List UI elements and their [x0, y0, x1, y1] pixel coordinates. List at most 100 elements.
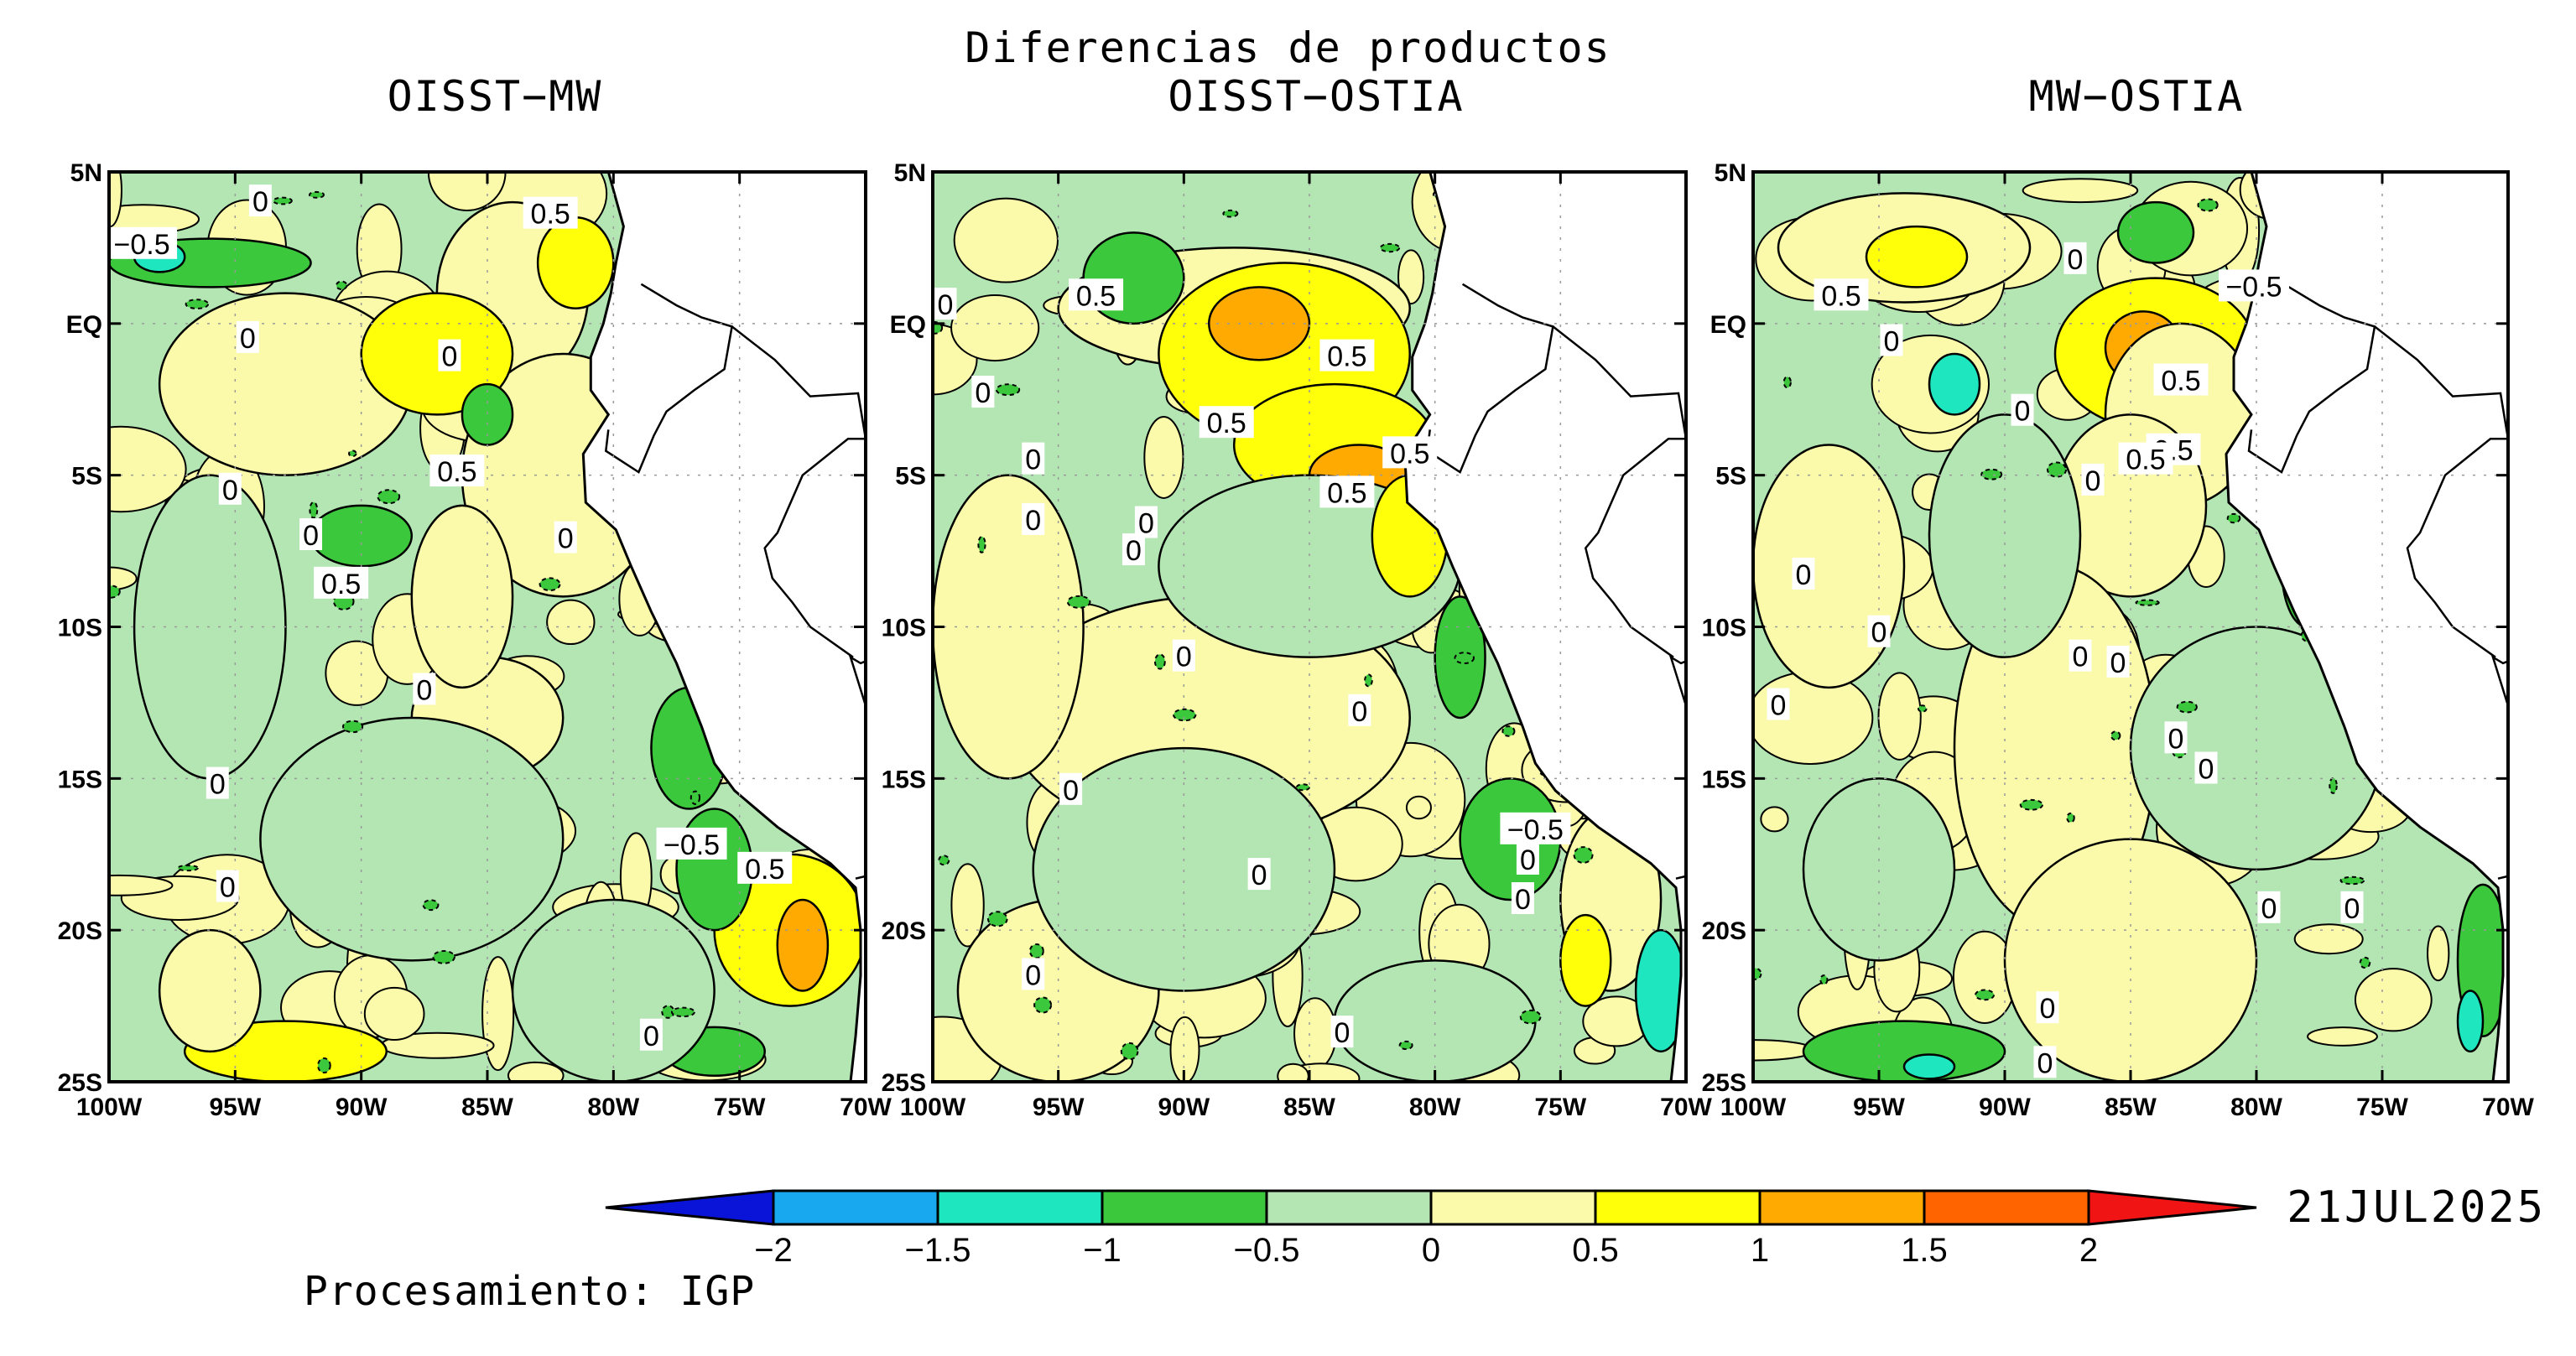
- contour-patch: [310, 504, 414, 568]
- contour-patch: [1802, 1020, 2006, 1082]
- x-tick-label: 100W: [900, 1094, 966, 1121]
- contour-label: −0.5: [664, 829, 720, 861]
- contour-patch: [977, 535, 986, 553]
- x-tick-label: 80W: [587, 1094, 639, 1121]
- contour-label: 0.5: [1076, 280, 1116, 312]
- x-tick-label: 85W: [461, 1094, 513, 1121]
- contour-patch: [1501, 725, 1516, 737]
- contour-patch: [950, 294, 1040, 362]
- contour-patch: [2307, 1026, 2378, 1047]
- y-tick-label: 20S: [882, 917, 926, 945]
- contour-label: 0.5: [321, 569, 361, 600]
- y-tick-label: 5S: [71, 463, 102, 491]
- colorbar-arrow-high: [2087, 1189, 2257, 1226]
- map-figure: −0.50 0.5000.5000.5000−0.500.505NEQ5S10S1…: [58, 159, 2535, 1269]
- contour-label: 0: [1351, 696, 1367, 728]
- contour-label: 0: [1520, 844, 1536, 876]
- contour-label: 0: [938, 289, 954, 321]
- contour-label: 0: [1025, 444, 1041, 476]
- x-tick-label: 95W: [1033, 1094, 1085, 1121]
- map-panel-1: −0.50 0.5000.5000.5000−0.500.505NEQ5S10S1…: [58, 159, 892, 1121]
- x-tick-label: 80W: [2230, 1094, 2282, 1121]
- contour-patch: [2354, 968, 2433, 1032]
- contour-patch: [1033, 996, 1053, 1014]
- contour-patch: [1222, 209, 1239, 218]
- x-tick-label: 85W: [1283, 1094, 1335, 1121]
- colorbar-tick-label: −1.5: [905, 1232, 971, 1269]
- contour-label: 0: [416, 674, 432, 706]
- y-tick-label: 15S: [882, 766, 926, 793]
- contour-label: 0: [1771, 690, 1787, 722]
- contour-patch: [342, 720, 364, 734]
- contour-patch: [1066, 595, 1091, 609]
- contour-patch: [348, 449, 357, 458]
- x-tick-label: 85W: [2105, 1094, 2157, 1121]
- contour-patch: [1398, 1040, 1413, 1051]
- contour-label: 0: [1126, 535, 1142, 567]
- contour-patch: [1293, 997, 1337, 1070]
- contour-patch: [1120, 1042, 1139, 1061]
- contour-patch: [1559, 913, 1612, 1007]
- contour-label: 0: [2073, 642, 2089, 673]
- y-tick-label: 15S: [58, 766, 102, 793]
- contour-patch: [2022, 178, 2139, 204]
- contour-label: 0: [2110, 647, 2126, 679]
- contour-patch: [1143, 416, 1184, 499]
- contour-label: 0: [252, 186, 268, 218]
- contour-patch: [776, 898, 830, 992]
- contour-patch: [309, 501, 319, 519]
- contour-patch: [2427, 925, 2450, 982]
- contour-label: 0.5: [437, 456, 476, 488]
- contour-label: 0: [2068, 244, 2084, 276]
- contour-label: −0.5: [2225, 271, 2282, 303]
- contour-patch: [2066, 812, 2075, 823]
- x-tick-label: 75W: [2356, 1094, 2408, 1121]
- contour-patch: [259, 716, 565, 962]
- contour-patch: [1295, 783, 1311, 792]
- colorbar-segment: [936, 1189, 1104, 1226]
- contour-patch: [1753, 671, 1874, 765]
- contour-patch: [317, 1057, 331, 1074]
- colorbar: −2 −1.5 −1 −0.5 0 0.5 1 1.5 2: [605, 1189, 2257, 1269]
- x-tick-label: 80W: [1409, 1094, 1461, 1121]
- contour-label: 0: [1176, 642, 1192, 673]
- contour-patch: [1753, 444, 1906, 689]
- contour-label: 0: [2015, 396, 2031, 428]
- contour-label: 0: [2344, 893, 2360, 925]
- contour-patch: [1454, 652, 1475, 665]
- contour-patch: [2339, 875, 2365, 886]
- y-tick-label: 15S: [1702, 766, 1746, 793]
- contour-label: 0: [2085, 465, 2101, 497]
- contour-label: 0: [975, 377, 991, 409]
- contour-label: 0: [210, 769, 226, 801]
- contour-patch: [1760, 806, 1789, 833]
- contour-patch: [2197, 198, 2219, 212]
- processing-credit: Procesamiento: IGP: [304, 1268, 756, 1315]
- contour-label: 0: [1252, 860, 1267, 891]
- contour-patch: [177, 865, 199, 872]
- x-tick-label: 90W: [336, 1094, 388, 1121]
- contour-patch: [1519, 1009, 1542, 1025]
- contour-label: 0: [1063, 775, 1079, 807]
- contour-label: 0: [222, 475, 238, 507]
- contour-label: 0.5: [1207, 408, 1246, 439]
- contour-patch: [109, 874, 174, 896]
- contour-label: 0: [1334, 1017, 1350, 1049]
- contour-patch: [1364, 673, 1373, 688]
- contour-label: 0.5: [531, 199, 570, 231]
- contour-label: 0.5: [1327, 477, 1366, 509]
- contour-patch: [690, 790, 701, 805]
- contour-patch: [336, 280, 348, 291]
- y-tick-label: 20S: [58, 917, 102, 945]
- date-label: 21JUL2025: [2287, 1182, 2546, 1233]
- contour-patch: [1902, 1053, 1956, 1080]
- colorbar-segment: [1594, 1189, 1762, 1226]
- contour-label: 0.5: [2126, 444, 2165, 476]
- contour-patch: [2293, 923, 2364, 955]
- contour-patch: [986, 911, 1008, 927]
- contour-patch: [1379, 242, 1401, 253]
- contour-label: 0: [220, 872, 236, 904]
- contour-label: 0: [558, 523, 574, 555]
- contour-patch: [1173, 708, 1197, 722]
- colorbar-tick-label: 1.5: [1901, 1232, 1948, 1269]
